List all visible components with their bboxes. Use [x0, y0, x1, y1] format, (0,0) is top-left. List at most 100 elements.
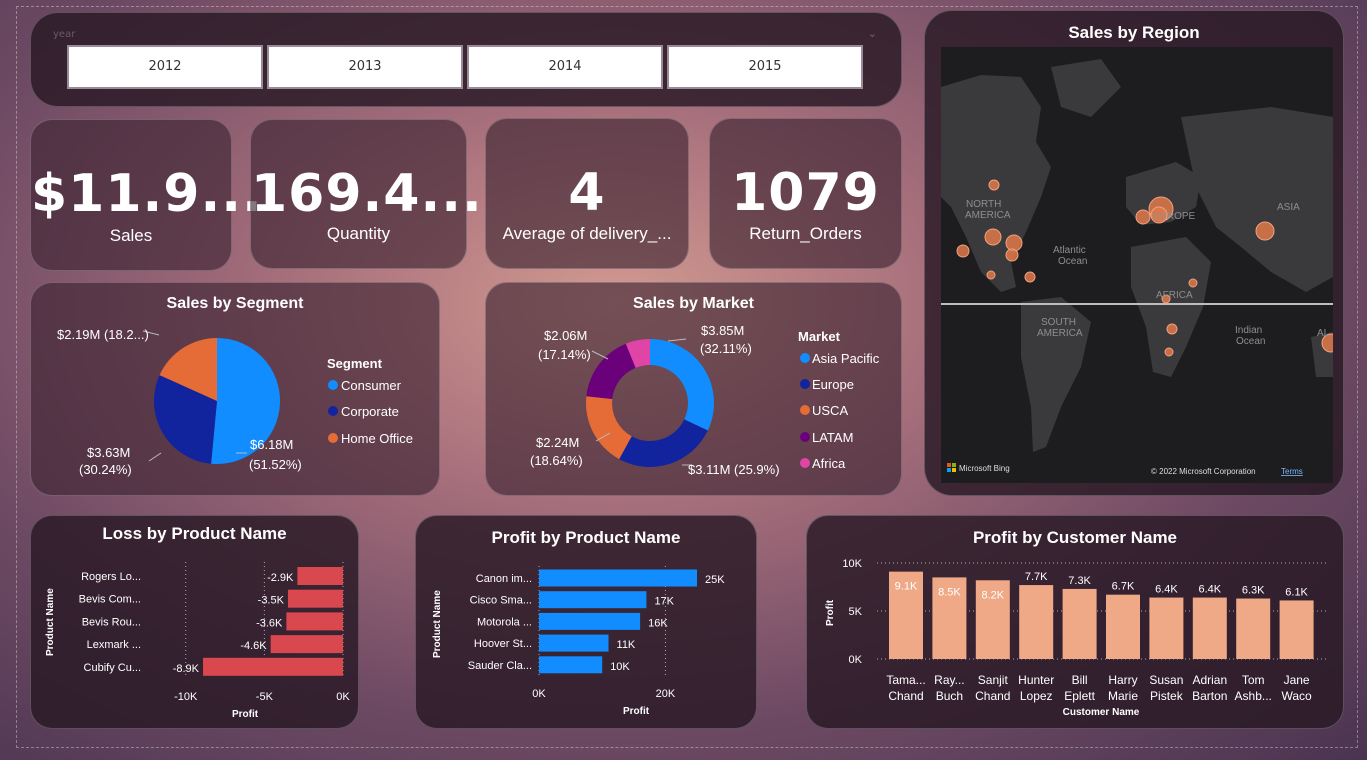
customer-label: Susan [1149, 673, 1183, 687]
profit-bar[interactable] [539, 612, 641, 630]
kpi-avg-delivery[interactable]: 4 Average of delivery_... [485, 118, 689, 269]
map-canvas[interactable]: NORTH AMERICA EUROPE ASIA Atlantic Ocean… [941, 47, 1333, 483]
map-terms-link[interactable]: Terms [1281, 467, 1303, 476]
bing-logo [947, 463, 956, 472]
bar-value-label: 8.2K [981, 589, 1004, 601]
customer-bar[interactable] [1019, 585, 1054, 659]
y-tick-label: 10K [842, 558, 862, 570]
sales-by-region-map[interactable]: Sales by Region NORTH AMERICA EUROPE ASI… [924, 10, 1344, 496]
kpi-label: Average of delivery_... [502, 224, 672, 243]
sales-by-segment-chart[interactable]: Sales by Segment $2.19M (18.2...) $3.63M… [30, 282, 440, 496]
year-button-2013[interactable]: 2013 [267, 45, 463, 89]
kpi-value: 1079 [731, 163, 880, 223]
customer-label: Chand [975, 689, 1010, 703]
x-tick-label: -5K [256, 691, 274, 703]
bar-value-label: 8.5K [938, 586, 961, 598]
customer-bar[interactable] [1149, 597, 1184, 659]
legend-item-corporate[interactable]: Corporate [341, 404, 399, 419]
legend-item-asia-pacific[interactable]: Asia Pacific [812, 351, 880, 366]
bar-value-label: -3.5K [258, 595, 285, 607]
bar-value-label: -2.9K [267, 572, 294, 584]
customer-bar[interactable] [1236, 598, 1271, 659]
kpi-sales[interactable]: $11.9... Sales [30, 119, 263, 271]
customer-bar[interactable] [1106, 594, 1140, 659]
customer-bar[interactable] [1279, 600, 1314, 659]
legend-dot [800, 432, 810, 442]
map-label: NORTH [966, 199, 1001, 210]
product-label: Hoover St... [474, 638, 532, 650]
legend-item-africa[interactable]: Africa [812, 456, 846, 471]
market-legend-title: Market [798, 329, 841, 344]
chevron-down-icon[interactable]: ⌄ [868, 27, 877, 40]
bar-value-label: -3.6K [256, 617, 283, 629]
legend-item-home-office[interactable]: Home Office [341, 431, 413, 446]
kpi-label: Sales [109, 226, 153, 245]
profit-bar[interactable] [539, 591, 647, 609]
map-label: Ocean [1058, 256, 1087, 267]
kpi-return-orders[interactable]: 1079 Return_Orders [709, 118, 902, 269]
year-button-2012[interactable]: 2012 [67, 45, 263, 89]
loss-bar[interactable] [286, 612, 343, 631]
customer-label: Hunter [1018, 673, 1054, 687]
customer-bar[interactable] [1192, 597, 1227, 659]
profit-bar[interactable] [539, 634, 609, 652]
market-slice-europe[interactable] [619, 419, 708, 467]
bar-value-label: 9.1K [895, 581, 918, 593]
slicer-header: year [53, 29, 76, 40]
kpi-value: $11.9... [31, 164, 263, 224]
leader-line [591, 350, 609, 360]
profit-bar[interactable] [539, 656, 603, 674]
market-legend[interactable]: Asia Pacific Europe USCA LATAM Africa [800, 351, 880, 471]
legend-item-europe[interactable]: Europe [812, 377, 854, 392]
customer-label: Eplett [1064, 689, 1095, 703]
product-label: Bevis Rou... [82, 616, 141, 628]
leader-line [148, 452, 162, 462]
segment-label-home-office: $2.19M (18.2...) [57, 327, 149, 342]
map-title: Sales by Region [1068, 23, 1200, 42]
product-label: Lexmark ... [87, 639, 141, 651]
map-label: ASIA [1277, 202, 1300, 213]
legend-dot [800, 458, 810, 468]
loss-bar[interactable] [287, 589, 343, 608]
customer-label: Jane [1284, 673, 1310, 687]
profit-by-product-chart[interactable]: Profit by Product Name Product Name 0K 20… [415, 515, 757, 729]
segment-label-corporate: $3.63M [87, 445, 130, 460]
legend-item-usca[interactable]: USCA [812, 403, 848, 418]
loss-bar[interactable] [297, 567, 343, 585]
map-label: AMERICA [965, 210, 1011, 221]
kpi-quantity[interactable]: 169.4... Quantity [250, 119, 482, 269]
map-label: AMERICA [1037, 328, 1083, 339]
customer-bar[interactable] [1062, 588, 1097, 659]
kpi-label: Return_Orders [749, 224, 862, 243]
bar-value-label: 10K [610, 661, 630, 673]
loss-bar[interactable] [270, 635, 343, 654]
segment-legend-title: Segment [327, 356, 383, 371]
profit-product-svg: Product Name 0K 20K 25K Canon im... 17K Cisc… [432, 566, 725, 717]
map-label: Ocean [1236, 336, 1265, 347]
customer-label: Bill [1072, 673, 1088, 687]
legend-dot [328, 380, 338, 390]
bar-value-label: 6.1K [1285, 586, 1308, 598]
loss-xlabel: Profit [232, 709, 259, 720]
product-label: Bevis Com... [79, 594, 141, 606]
customer-label: Ashb... [1235, 689, 1272, 703]
sales-by-market-chart[interactable]: Sales by Market $3.85M (32.11%) $2.06M (… [485, 282, 902, 496]
segment-legend[interactable]: Consumer Corporate Home Office [328, 378, 413, 446]
profit-by-customer-chart[interactable]: Profit by Customer Name Profit 10K 5K 0K 9… [806, 515, 1344, 729]
bing-brand: Microsoft Bing [959, 464, 1010, 473]
market-label-latam-pct: (17.14%) [538, 347, 591, 362]
loss-by-product-chart[interactable]: Loss by Product Name Product Name -10K -5… [30, 515, 359, 729]
loss-ylabel: Product Name [45, 588, 56, 656]
profit-customer-xlabel: Customer Name [1063, 707, 1140, 718]
year-button-2014[interactable]: 2014 [467, 45, 663, 89]
legend-item-latam[interactable]: LATAM [812, 430, 853, 445]
legend-dot [328, 406, 338, 416]
market-slices [586, 339, 714, 467]
loss-bar[interactable] [203, 657, 343, 676]
legend-item-consumer[interactable]: Consumer [341, 378, 402, 393]
legend-dot [800, 379, 810, 389]
product-label: Rogers Lo... [81, 571, 141, 583]
year-button-2015[interactable]: 2015 [667, 45, 863, 89]
segment-pie-svg: $2.19M (18.2...) $3.63M (30.24%) $6.18M … [57, 327, 413, 477]
profit-bar[interactable] [539, 569, 697, 587]
